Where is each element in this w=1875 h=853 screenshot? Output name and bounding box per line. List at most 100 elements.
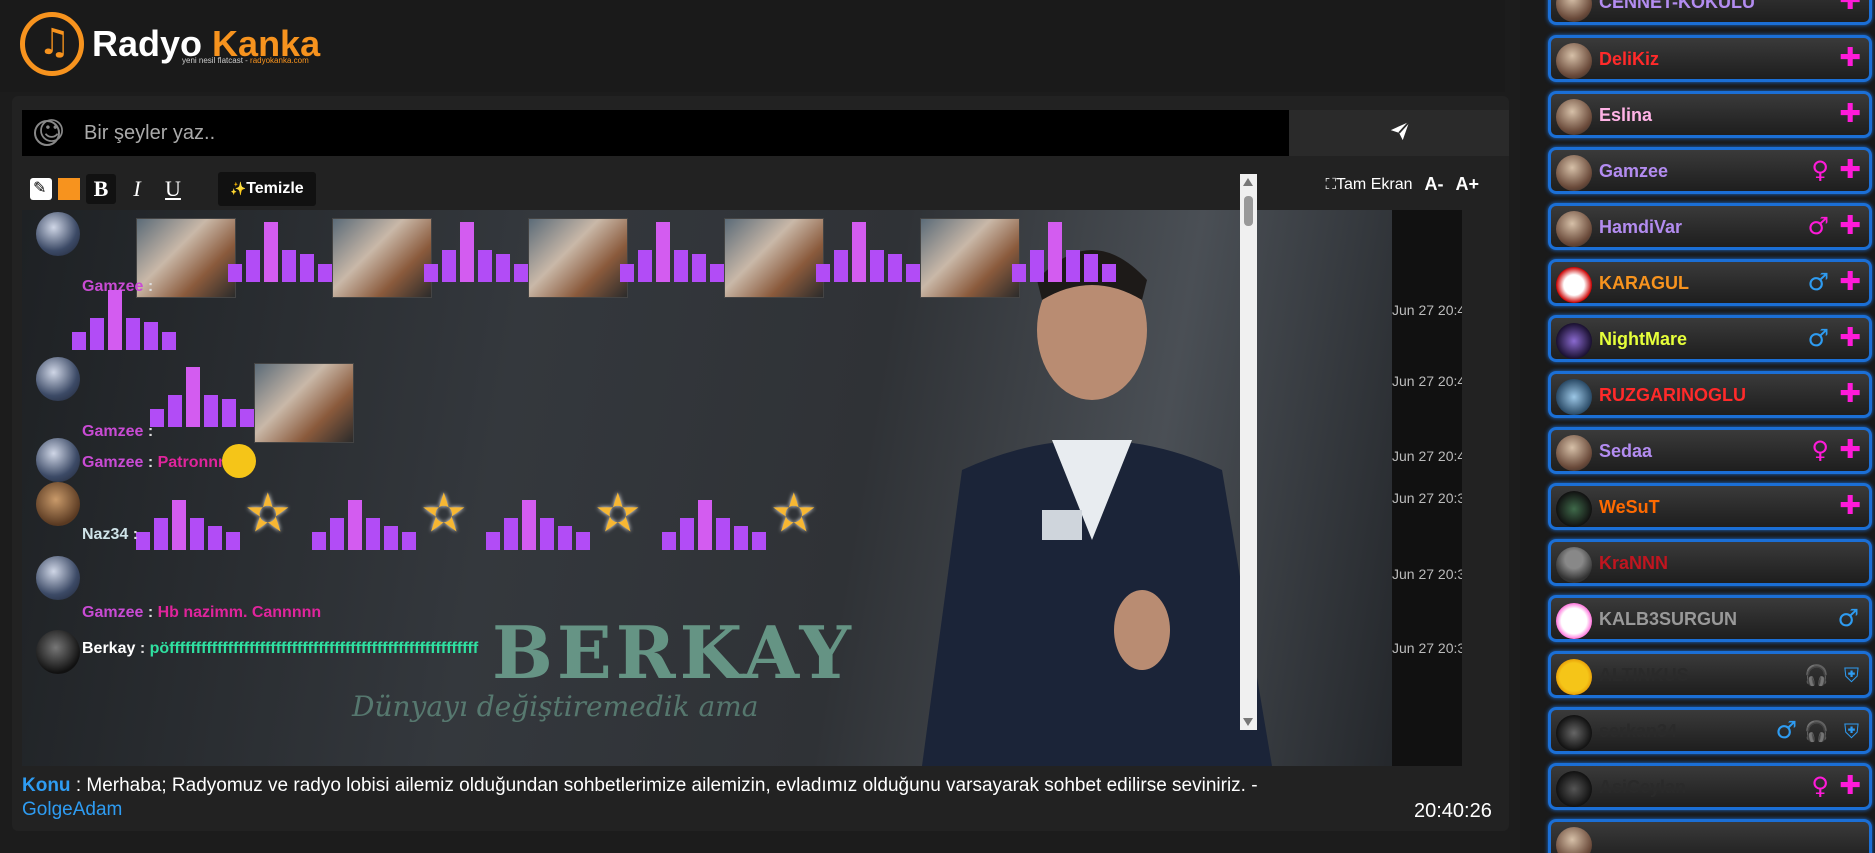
message-author[interactable]: Berkay : pöfffffffffffffffffffffffffffff…	[82, 640, 478, 658]
add-friend-icon[interactable]: ✚	[1839, 213, 1861, 239]
user-card[interactable]: Eslina ✚	[1548, 91, 1872, 138]
add-friend-icon[interactable]: ✚	[1839, 157, 1861, 183]
message-author[interactable]: Naz34 :	[82, 526, 138, 544]
user-card[interactable]: RUZGARINOGLU ✚	[1548, 371, 1872, 418]
clear-button[interactable]: Temizle	[218, 172, 316, 206]
avatar[interactable]	[36, 630, 80, 674]
avatar	[1556, 323, 1592, 359]
equalizer-gif	[150, 365, 254, 427]
user-card[interactable]: serkan34 ♂ 🎧 ⛨	[1548, 707, 1872, 754]
fullscreen-button[interactable]: Tam Ekran	[1326, 175, 1412, 194]
add-friend-icon[interactable]: ✚	[1839, 325, 1861, 351]
male-icon: ♂	[1807, 268, 1829, 296]
avatar	[1556, 659, 1592, 695]
avatar	[1556, 211, 1592, 247]
logo[interactable]: Radyo Kanka	[20, 12, 320, 76]
format-toolbar: B I U Temizle Tam Ekran A- A+	[30, 170, 1509, 206]
emoji-picker-icon[interactable]	[34, 117, 65, 147]
online-users-list: CENNET-KOKULU ✚ DeliKiz ✚ Eslina ✚ Gamze…	[1520, 0, 1875, 853]
equalizer-gif	[662, 488, 766, 550]
avatar	[1556, 267, 1592, 303]
scroll-up-icon[interactable]	[1243, 178, 1253, 186]
user-card[interactable]: KARAGUL ♂ ✚	[1548, 259, 1872, 306]
clock: 20:40:26	[1414, 800, 1492, 822]
male-icon: ♂	[1775, 716, 1797, 744]
male-icon: ♂	[1807, 212, 1829, 240]
message-time: Jun 27 20:40	[1392, 448, 1462, 464]
brand-tagline: yeni nesil flatcast - radyokanka.com	[182, 56, 309, 65]
equalizer-gif	[312, 488, 416, 550]
avatar	[1556, 43, 1592, 79]
avatar	[1556, 379, 1592, 415]
avatar	[1556, 603, 1592, 639]
message-scrollbar[interactable]	[1240, 174, 1257, 730]
add-friend-icon[interactable]: ✚	[1839, 437, 1861, 463]
avatar[interactable]	[36, 357, 80, 401]
add-friend-icon[interactable]: ✚	[1839, 493, 1861, 519]
composer	[22, 110, 1509, 156]
user-card[interactable]: CENNET-KOKULU ✚	[1548, 0, 1872, 25]
gif-image	[332, 218, 432, 298]
equalizer-gif	[228, 220, 332, 282]
gif-image	[920, 218, 1020, 298]
avatar[interactable]	[36, 212, 80, 256]
avatar[interactable]	[36, 556, 80, 600]
equalizer-gif	[72, 288, 176, 350]
user-card[interactable]: Gamzee ♀ ✚	[1548, 147, 1872, 194]
gif-image	[528, 218, 628, 298]
equalizer-gif	[486, 488, 590, 550]
avatar[interactable]	[36, 438, 80, 482]
add-friend-icon[interactable]: ✚	[1839, 381, 1861, 407]
user-card[interactable]: KraNNN	[1548, 539, 1872, 586]
avatar	[1556, 0, 1592, 22]
user-card[interactable]: KALB3SURGUN ♂	[1548, 595, 1872, 642]
send-button[interactable]	[1289, 110, 1509, 156]
user-card[interactable]: AsiCeylan ♀ ✚	[1548, 763, 1872, 810]
male-icon: ♂	[1807, 324, 1829, 352]
message-time: Jun 27 20:39	[1392, 640, 1462, 656]
pencil-icon[interactable]	[30, 178, 52, 200]
message-time: Jun 27 20:40	[1392, 302, 1462, 318]
female-icon: ♀	[1811, 436, 1829, 464]
user-card[interactable]	[1548, 819, 1872, 853]
add-friend-icon[interactable]: ✚	[1839, 101, 1861, 127]
equalizer-gif	[424, 220, 528, 282]
message-author[interactable]: Gamzee : Patronnnn	[82, 454, 238, 472]
headphones-icon: 🎧	[1804, 719, 1829, 743]
user-card[interactable]: HamdiVar ♂ ✚	[1548, 203, 1872, 250]
avatar	[1556, 827, 1592, 853]
underline-button[interactable]: U	[158, 174, 188, 204]
male-icon: ♂	[1837, 604, 1859, 632]
avatar[interactable]	[36, 482, 80, 526]
bold-button[interactable]: B	[86, 174, 116, 204]
send-icon	[1390, 121, 1410, 141]
message-author[interactable]: Gamzee : Hb nazimm. Cannnnn	[82, 604, 321, 622]
avatar	[1556, 771, 1592, 807]
star-gif: ✫	[246, 484, 290, 544]
star-gif: ✫	[772, 484, 816, 544]
avatar	[1556, 99, 1592, 135]
female-icon: ♀	[1811, 772, 1829, 800]
font-increase-button[interactable]: A+	[1455, 174, 1479, 195]
user-card[interactable]: ALTINKUS 🎧 ⛨	[1548, 651, 1872, 698]
avatar	[1556, 491, 1592, 527]
user-card[interactable]: WeSuT ✚	[1548, 483, 1872, 530]
add-friend-icon[interactable]: ✚	[1839, 773, 1861, 799]
add-friend-icon[interactable]: ✚	[1839, 0, 1861, 14]
italic-button[interactable]: I	[122, 174, 152, 204]
user-card[interactable]: Sedaa ♀ ✚	[1548, 427, 1872, 474]
add-friend-icon[interactable]: ✚	[1839, 269, 1861, 295]
topic-author[interactable]: GolgeAdam	[22, 799, 122, 820]
font-decrease-button[interactable]: A-	[1424, 174, 1443, 195]
scroll-thumb[interactable]	[1244, 196, 1253, 226]
text-color-swatch[interactable]	[58, 178, 80, 200]
user-card[interactable]: DeliKiz ✚	[1548, 35, 1872, 82]
add-friend-icon[interactable]: ✚	[1839, 45, 1861, 71]
avatar	[1556, 435, 1592, 471]
star-gif: ✫	[596, 484, 640, 544]
user-card[interactable]: NightMare ♂ ✚	[1548, 315, 1872, 362]
scroll-down-icon[interactable]	[1243, 718, 1253, 726]
equalizer-gif	[816, 220, 920, 282]
message-input[interactable]	[22, 110, 1289, 156]
equalizer-gif	[620, 220, 724, 282]
